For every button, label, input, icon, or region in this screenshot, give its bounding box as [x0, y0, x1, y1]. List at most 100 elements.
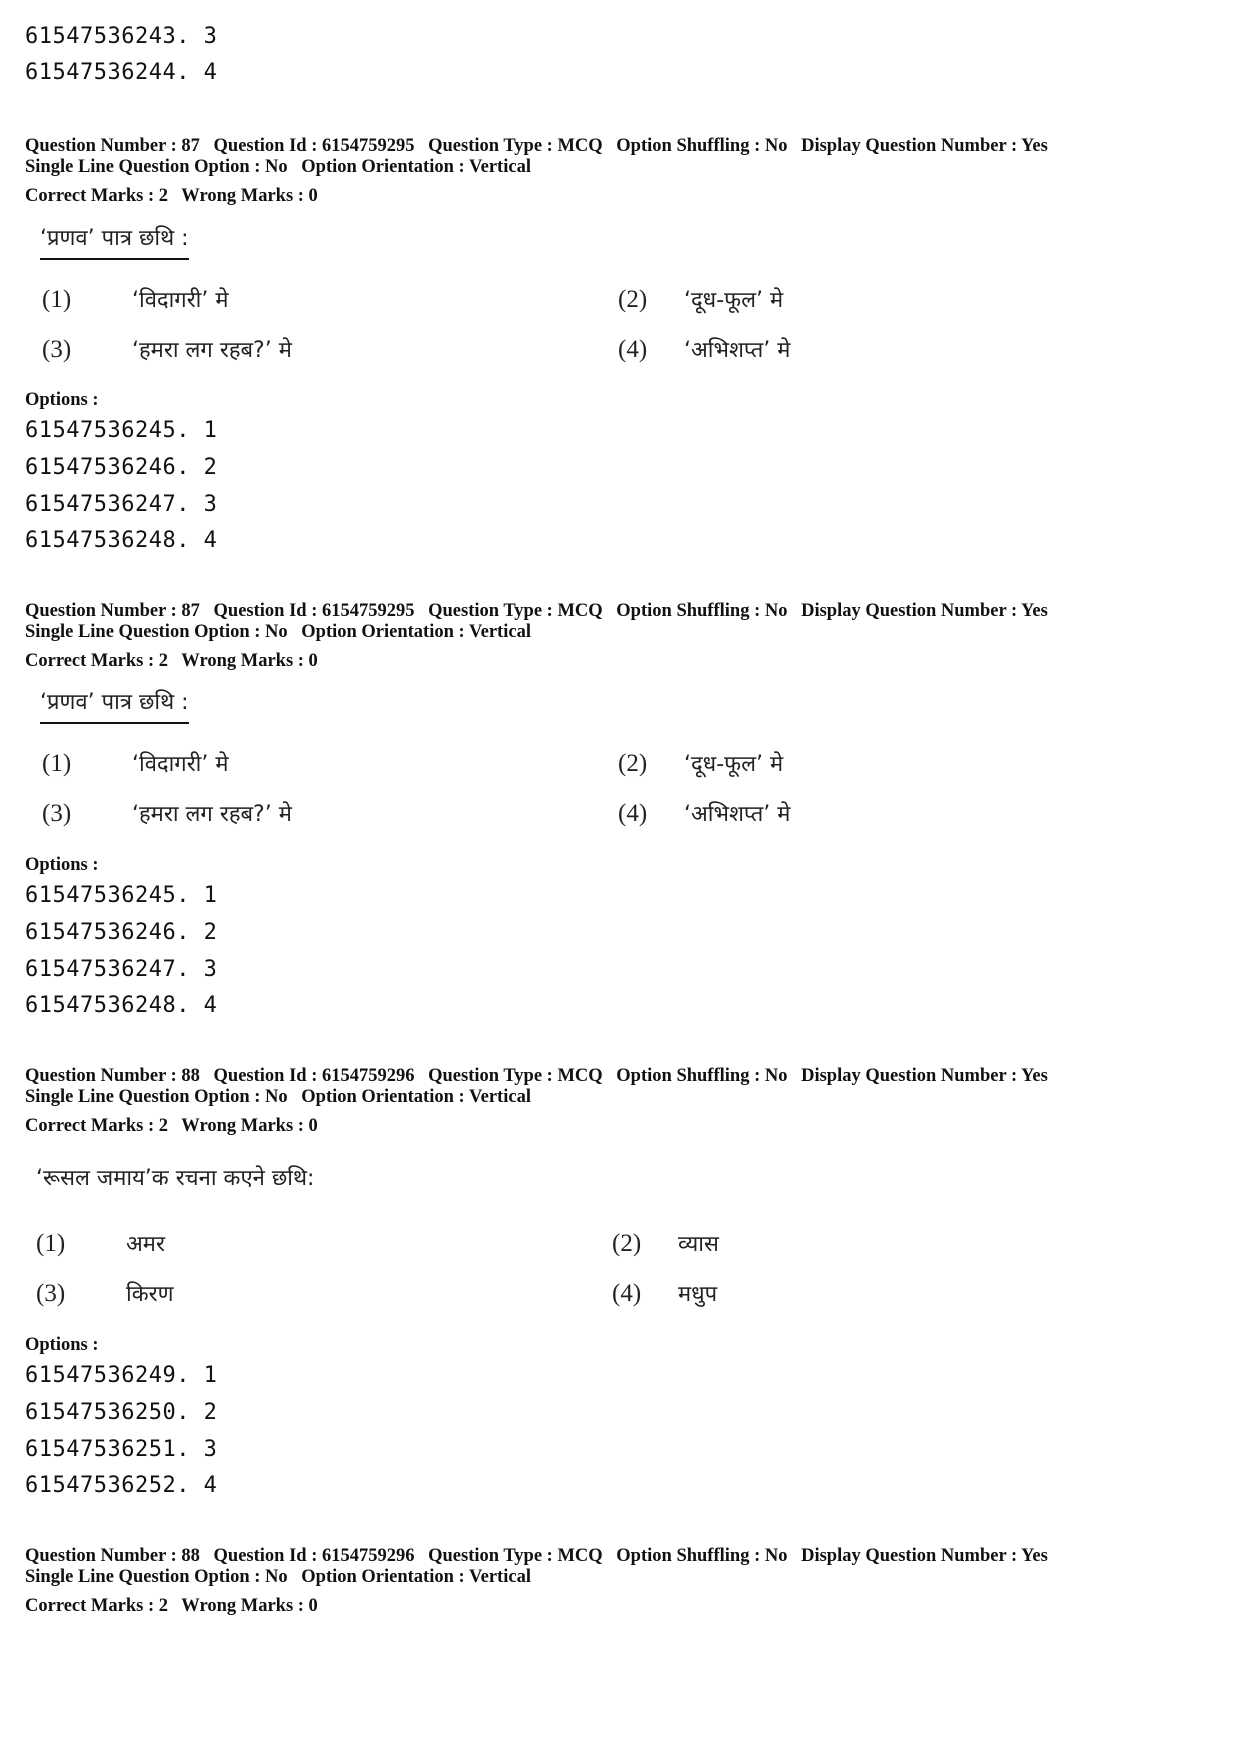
option-code: 61547536249. 1: [25, 1363, 218, 1388]
option-code: 61547536248. 4: [25, 993, 218, 1018]
choice-number: (1): [42, 286, 72, 313]
choice-text: ‘दूध-फूल’ मे: [684, 288, 784, 313]
question-number: Question Number : 87: [25, 136, 200, 156]
question-stem: ‘प्रणव’ पात्र छथि :: [40, 222, 189, 260]
choice-number: (1): [36, 1230, 66, 1257]
question-id: Question Id : 6154759296: [213, 1546, 415, 1566]
choice-item: (2) ‘दूध-फूल’ मे: [618, 284, 783, 314]
option-code: 61547536252. 4: [25, 1473, 218, 1498]
question-stem: ‘रूसल जमाय’क रचना कएने छथि:: [36, 1166, 315, 1191]
option-orientation: Option Orientation : Vertical: [301, 157, 531, 177]
option-code: 61547536247. 3: [25, 492, 218, 517]
choice-text: व्यास: [678, 1232, 719, 1257]
option-shuffling: Option Shuffling : No: [616, 601, 788, 621]
choice-item: (4) मधुप: [612, 1278, 717, 1308]
option-code: 61547536250. 2: [25, 1400, 218, 1425]
question-meta-line2: Single Line Question Option : No Option …: [25, 1567, 540, 1588]
question-meta-line1: Question Number : 87 Question Id : 61547…: [25, 601, 1057, 622]
option-code: 61547536245. 1: [25, 883, 218, 908]
choice-text: ‘विदागरी’ मे: [132, 288, 229, 313]
choice-number: (4): [618, 336, 648, 363]
choice-text: मधुप: [678, 1282, 718, 1307]
correct-marks: Correct Marks : 2: [25, 651, 168, 671]
single-line-option: Single Line Question Option : No: [25, 1567, 288, 1587]
choice-text: ‘दूध-फूल’ मे: [684, 752, 784, 777]
choice-number: (4): [618, 800, 648, 827]
wrong-marks: Wrong Marks : 0: [181, 1116, 318, 1136]
option-code: 61547536245. 1: [25, 418, 218, 443]
question-type: Question Type : MCQ: [428, 1546, 603, 1566]
correct-marks: Correct Marks : 2: [25, 186, 168, 206]
marks-line: Correct Marks : 2 Wrong Marks : 0: [25, 1116, 327, 1137]
choice-text: किरण: [126, 1282, 174, 1307]
choice-item: (3) ‘हमरा लग रहब?’ मे: [42, 798, 292, 828]
choice-item: (1) ‘विदागरी’ मे: [42, 284, 229, 314]
choice-number: (3): [42, 336, 72, 363]
choice-item: (2) ‘दूध-फूल’ मे: [618, 748, 783, 778]
question-type: Question Type : MCQ: [428, 136, 603, 156]
option-code: 61547536247. 3: [25, 957, 218, 982]
marks-line: Correct Marks : 2 Wrong Marks : 0: [25, 186, 327, 207]
option-orientation: Option Orientation : Vertical: [301, 1087, 531, 1107]
option-shuffling: Option Shuffling : No: [616, 1066, 788, 1086]
choice-number: (4): [612, 1280, 642, 1307]
question-type: Question Type : MCQ: [428, 1066, 603, 1086]
display-question-number: Display Question Number : Yes: [801, 1066, 1048, 1086]
options-label: Options :: [25, 1335, 99, 1355]
choice-number: (2): [618, 750, 648, 777]
question-meta-line2: Single Line Question Option : No Option …: [25, 1087, 540, 1108]
option-code: 61547536246. 2: [25, 455, 218, 480]
choice-item: (1) अमर: [36, 1228, 165, 1258]
choice-number: (1): [42, 750, 72, 777]
options-label: Options :: [25, 390, 99, 410]
question-number: Question Number : 88: [25, 1066, 200, 1086]
question-id: Question Id : 6154759295: [213, 601, 415, 621]
choice-text: ‘विदागरी’ मे: [132, 752, 229, 777]
display-question-number: Display Question Number : Yes: [801, 1546, 1048, 1566]
question-number: Question Number : 88: [25, 1546, 200, 1566]
choice-item: (4) ‘अभिशप्त’ मे: [618, 798, 790, 828]
option-code: 61547536244. 4: [25, 60, 218, 85]
option-orientation: Option Orientation : Vertical: [301, 622, 531, 642]
question-meta-line2: Single Line Question Option : No Option …: [25, 622, 540, 643]
question-meta-line1: Question Number : 87 Question Id : 61547…: [25, 136, 1057, 157]
question-id: Question Id : 6154759296: [213, 1066, 415, 1086]
question-meta-line2: Single Line Question Option : No Option …: [25, 157, 540, 178]
options-label: Options :: [25, 855, 99, 875]
wrong-marks: Wrong Marks : 0: [181, 1596, 318, 1616]
display-question-number: Display Question Number : Yes: [801, 136, 1048, 156]
choice-text: ‘अभिशप्त’ मे: [684, 802, 791, 827]
choice-number: (3): [42, 800, 72, 827]
question-meta-line1: Question Number : 88 Question Id : 61547…: [25, 1066, 1057, 1087]
option-orientation: Option Orientation : Vertical: [301, 1567, 531, 1587]
choice-item: (2) व्यास: [612, 1228, 719, 1258]
choice-text: ‘हमरा लग रहब?’ मे: [132, 338, 292, 363]
choice-text: ‘हमरा लग रहब?’ मे: [132, 802, 292, 827]
question-number: Question Number : 87: [25, 601, 200, 621]
option-shuffling: Option Shuffling : No: [616, 136, 788, 156]
choice-text: अमर: [126, 1232, 165, 1257]
choice-number: (2): [618, 286, 648, 313]
option-shuffling: Option Shuffling : No: [616, 1546, 788, 1566]
choice-item: (1) ‘विदागरी’ मे: [42, 748, 229, 778]
single-line-option: Single Line Question Option : No: [25, 622, 288, 642]
single-line-option: Single Line Question Option : No: [25, 1087, 288, 1107]
choice-item: (4) ‘अभिशप्त’ मे: [618, 334, 790, 364]
choice-item: (3) किरण: [36, 1278, 174, 1308]
choice-item: (3) ‘हमरा लग रहब?’ मे: [42, 334, 292, 364]
question-type: Question Type : MCQ: [428, 601, 603, 621]
question-meta-line1: Question Number : 88 Question Id : 61547…: [25, 1546, 1057, 1567]
option-code: 61547536248. 4: [25, 528, 218, 553]
display-question-number: Display Question Number : Yes: [801, 601, 1048, 621]
wrong-marks: Wrong Marks : 0: [181, 186, 318, 206]
single-line-option: Single Line Question Option : No: [25, 157, 288, 177]
marks-line: Correct Marks : 2 Wrong Marks : 0: [25, 651, 327, 672]
wrong-marks: Wrong Marks : 0: [181, 651, 318, 671]
correct-marks: Correct Marks : 2: [25, 1116, 168, 1136]
correct-marks: Correct Marks : 2: [25, 1596, 168, 1616]
question-id: Question Id : 6154759295: [213, 136, 415, 156]
question-paper-page: 61547536243. 3 61547536244. 4 Question N…: [0, 0, 1240, 1754]
choice-number: (3): [36, 1280, 66, 1307]
choice-text: ‘अभिशप्त’ मे: [684, 338, 791, 363]
option-code: 61547536246. 2: [25, 920, 218, 945]
